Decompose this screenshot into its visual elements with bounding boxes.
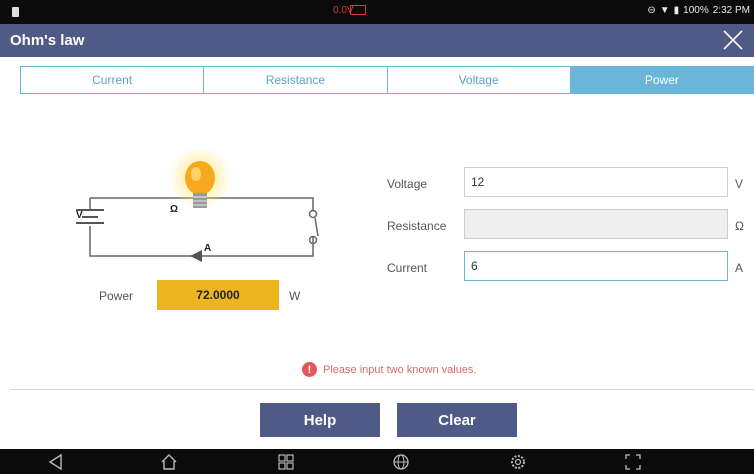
power-result: 72.0000	[157, 280, 279, 310]
resistance-unit: Ω	[735, 219, 744, 233]
power-label: Power	[99, 289, 134, 303]
device-icon	[12, 7, 19, 17]
voltage-label: Voltage	[387, 177, 428, 191]
car-battery-icon	[350, 5, 366, 15]
resistance-label: Resistance	[387, 219, 447, 233]
resistance-symbol: Ω	[170, 204, 178, 215]
current-unit: A	[735, 261, 744, 275]
battery-icon: ▮	[673, 5, 680, 16]
current-input[interactable]	[464, 251, 728, 281]
clock: 2:32 PM	[712, 5, 750, 16]
navigation-bar	[0, 449, 754, 474]
wifi-icon: ▼	[659, 5, 670, 16]
battery-percent: 100%	[683, 5, 709, 16]
current-label: Current	[387, 261, 428, 275]
status-bar: 0.0V ⊖ ▼ ▮ 100% 2:32 PM	[0, 0, 754, 24]
validation-message: ! Please input two known values.	[302, 362, 476, 377]
home-icon[interactable]	[160, 453, 178, 471]
status-right: ⊖ ▼ ▮ 100% 2:32 PM	[647, 5, 750, 16]
mode-tabs: Current Resistance Voltage Power	[20, 66, 754, 94]
tab-power[interactable]: Power	[570, 67, 753, 93]
recent-apps-icon[interactable]	[277, 453, 295, 471]
screenshot-icon[interactable]	[624, 453, 642, 471]
dnd-icon: ⊖	[647, 5, 656, 16]
voltage-unit: V	[735, 177, 744, 191]
circuit-diagram: V Ω A	[76, 150, 319, 262]
current-symbol: A	[204, 243, 211, 254]
resistance-input[interactable]	[464, 209, 728, 239]
voltage-symbol: V	[76, 210, 83, 221]
help-button[interactable]: Help	[260, 403, 380, 437]
validation-text: Please input two known values.	[323, 363, 477, 376]
tab-resistance[interactable]: Resistance	[204, 67, 388, 93]
arrow-icon	[190, 250, 202, 262]
voltage-input[interactable]	[464, 167, 728, 197]
tab-voltage[interactable]: Voltage	[388, 67, 571, 93]
info-icon: !	[302, 362, 317, 377]
page-title: Ohm's law	[10, 32, 85, 49]
power-unit: W	[289, 289, 301, 303]
settings-icon[interactable]	[509, 453, 527, 471]
close-icon[interactable]	[720, 27, 746, 53]
back-icon[interactable]	[47, 453, 65, 471]
browser-icon[interactable]	[392, 453, 410, 471]
tab-current[interactable]: Current	[21, 67, 205, 93]
divider	[10, 389, 754, 390]
title-bar: Ohm's law	[0, 24, 754, 57]
clear-button[interactable]: Clear	[397, 403, 517, 437]
